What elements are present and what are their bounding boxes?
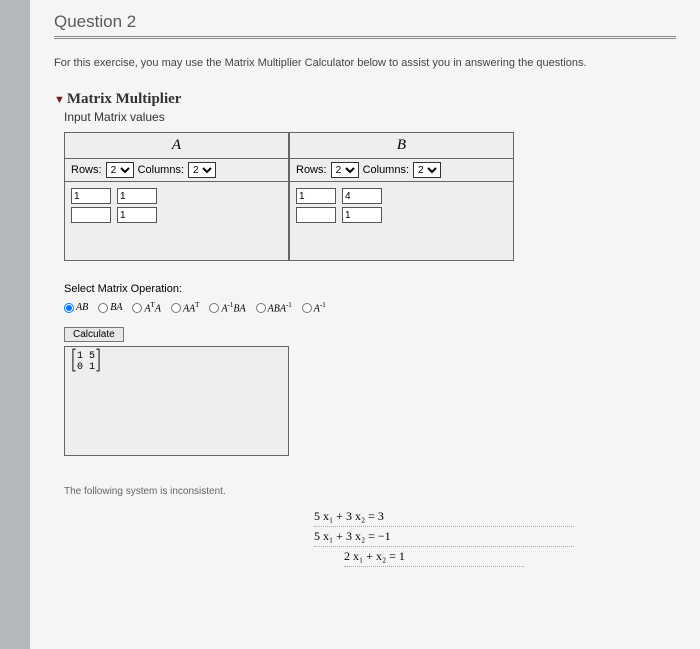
matrix-a-panel: A Rows: 2 Columns: 2 xyxy=(64,132,289,261)
question-title: Question 2 xyxy=(54,12,676,39)
matrix-b-panel: B Rows: 2 Columns: 2 xyxy=(289,132,514,261)
matrix-b-dims: Rows: 2 Columns: 2 xyxy=(290,159,513,182)
operation-label: Select Matrix Operation: xyxy=(64,283,676,295)
equation-2: 5 x₁ + 3 x₂ = −1 xyxy=(314,527,574,547)
operation-section: Select Matrix Operation: AB BA ATA AAT A… xyxy=(64,283,676,456)
intro-text: For this exercise, you may use the Matri… xyxy=(54,57,676,69)
matrix-a-cell[interactable] xyxy=(117,207,157,223)
tool-title: Matrix Multiplier xyxy=(67,91,182,108)
matrix-a-cols-select[interactable]: 2 xyxy=(188,162,216,178)
result-box: ⎡1 5⎤ ⎣0 1⎦ xyxy=(64,346,289,456)
operation-options: AB BA ATA AAT A-1BA ABA-1 A-1 xyxy=(64,301,676,314)
equation-1: 5 x₁ + 3 x₂ = 3 xyxy=(314,507,574,527)
tool-title-row[interactable]: ▼ Matrix Multiplier xyxy=(54,91,676,108)
tool-subtitle: Input Matrix values xyxy=(64,110,676,124)
matrix-b-cell[interactable] xyxy=(296,188,336,204)
matrix-a-cell[interactable] xyxy=(71,188,111,204)
matrix-b-label: B xyxy=(290,133,513,159)
matrix-a-cell[interactable] xyxy=(71,207,111,223)
matrix-b-cell[interactable] xyxy=(296,207,336,223)
rows-label: Rows: xyxy=(296,164,327,176)
matrix-panels: A Rows: 2 Columns: 2 B R xyxy=(64,132,676,261)
matrix-a-grid xyxy=(65,182,288,260)
matrix-a-rows-select[interactable]: 2 xyxy=(106,162,134,178)
matrix-a-cell[interactable] xyxy=(117,188,157,204)
equation-3: 2 x₁ + x₂ = 1 xyxy=(344,547,524,567)
matrix-b-rows-select[interactable]: 2 xyxy=(331,162,359,178)
matrix-b-grid xyxy=(290,182,513,260)
op-aat[interactable]: AAT xyxy=(171,301,200,314)
system-note: The following system is inconsistent. xyxy=(64,486,676,497)
matrix-b-cols-select[interactable]: 2 xyxy=(413,162,441,178)
cols-label: Columns: xyxy=(363,164,409,176)
collapse-triangle-icon: ▼ xyxy=(54,94,65,106)
calculate-button[interactable]: Calculate xyxy=(64,327,124,342)
op-ata[interactable]: ATA xyxy=(132,301,161,314)
op-ainvba[interactable]: A-1BA xyxy=(209,301,245,314)
op-abainv[interactable]: ABA-1 xyxy=(256,301,292,314)
rows-label: Rows: xyxy=(71,164,102,176)
page-container: Question 2 For this exercise, you may us… xyxy=(30,0,700,649)
op-ba[interactable]: BA xyxy=(98,302,122,313)
cols-label: Columns: xyxy=(138,164,184,176)
matrix-a-label: A xyxy=(65,133,288,159)
op-ab[interactable]: AB xyxy=(64,302,88,313)
matrix-b-cell[interactable] xyxy=(342,188,382,204)
equations: 5 x₁ + 3 x₂ = 3 5 x₁ + 3 x₂ = −1 2 x₁ + … xyxy=(314,507,676,567)
op-ainv[interactable]: A-1 xyxy=(302,301,326,314)
matrix-a-dims: Rows: 2 Columns: 2 xyxy=(65,159,288,182)
matrix-b-cell[interactable] xyxy=(342,207,382,223)
